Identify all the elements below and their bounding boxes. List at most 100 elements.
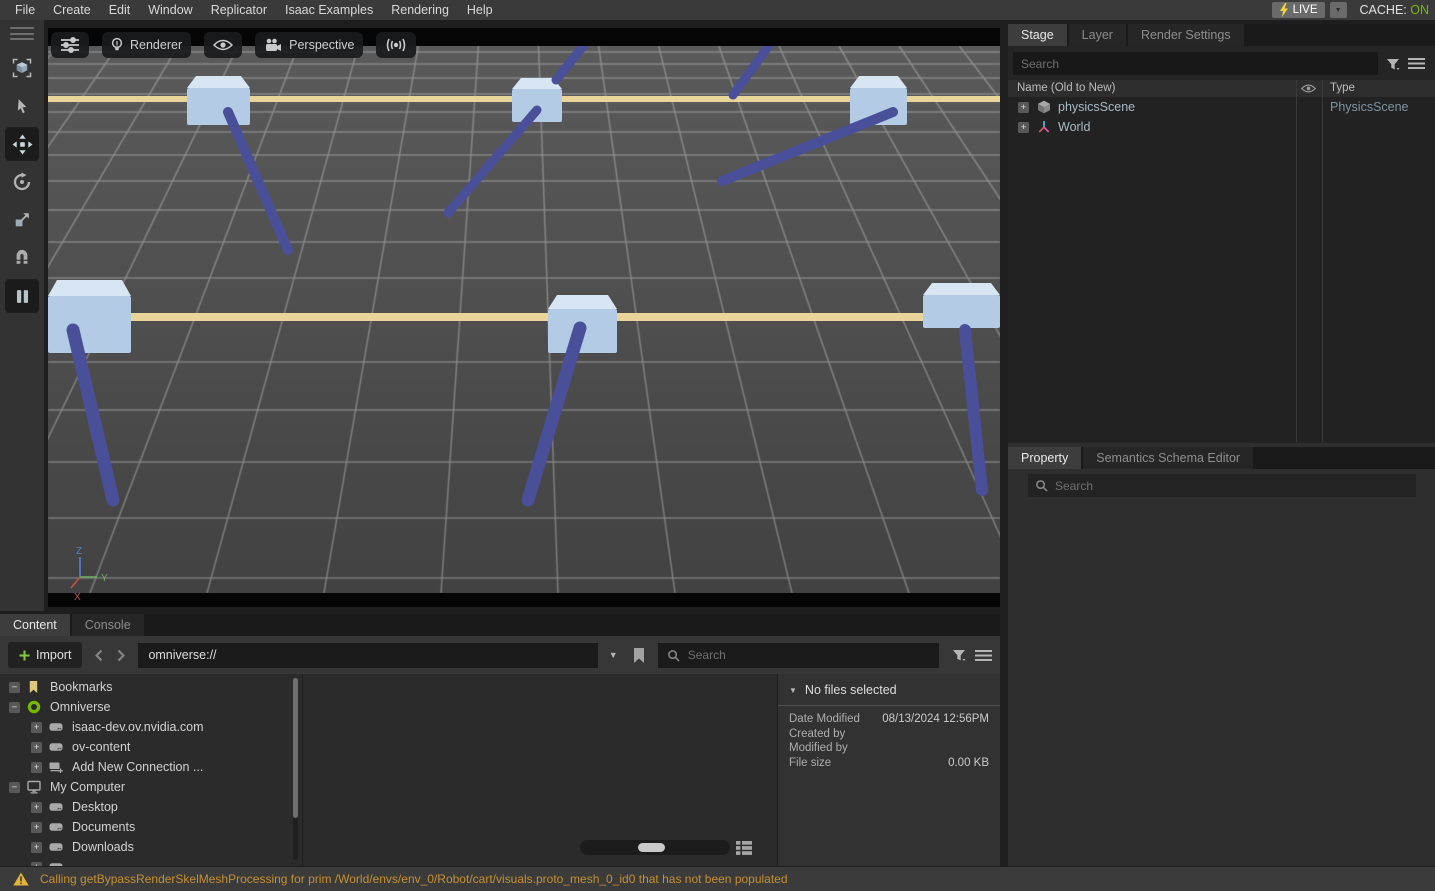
tab-render-settings[interactable]: Render Settings <box>1128 24 1244 46</box>
file-tree-item[interactable]: − Bookmarks <box>0 677 290 697</box>
menu-item[interactable]: Isaac Examples <box>276 0 382 20</box>
menu-bar: FileCreateEditWindowReplicatorIsaac Exam… <box>0 0 1435 20</box>
menu-item[interactable]: Edit <box>100 0 140 20</box>
options-menu-icon[interactable] <box>1408 57 1425 70</box>
file-tree-item[interactable]: + isaac-dev.ov.nvidia.com <box>0 717 290 737</box>
menu-item[interactable]: Help <box>458 0 502 20</box>
svg-text:X: X <box>74 592 81 603</box>
file-tree-item[interactable]: + ov-content <box>0 737 290 757</box>
import-button[interactable]: Import <box>8 642 82 668</box>
scale-icon[interactable] <box>5 203 39 237</box>
file-detail-field: Date Modified 08/13/2024 12:56PM <box>789 712 989 727</box>
tab-layer[interactable]: Layer <box>1069 24 1126 46</box>
toolbar-grip-icon[interactable] <box>10 27 34 40</box>
expand-icon[interactable]: − <box>9 702 20 713</box>
plus-icon <box>19 650 30 661</box>
property-search-input[interactable] <box>1055 479 1409 493</box>
panel-divider[interactable] <box>302 674 303 866</box>
viewport[interactable]: ZYX Renderer Perspective <box>48 28 1000 607</box>
camera-button[interactable]: Perspective <box>255 32 363 58</box>
file-tree-item[interactable]: − My Computer <box>0 777 290 797</box>
live-button[interactable]: LIVE <box>1272 2 1325 18</box>
path-dropdown-icon[interactable]: ▼ <box>609 650 618 660</box>
file-tree-item[interactable]: + <box>0 857 290 866</box>
file-tree-item[interactable]: + Documents <box>0 817 290 837</box>
file-tree-label: Desktop <box>72 800 118 814</box>
cursor-icon[interactable] <box>5 89 39 123</box>
tab-semantics-schema-editor[interactable]: Semantics Schema Editor <box>1083 447 1253 469</box>
menu-item[interactable]: Window <box>139 0 201 20</box>
expand-icon[interactable]: + <box>31 842 42 853</box>
expand-icon[interactable]: + <box>31 822 42 833</box>
snap-icon[interactable] <box>5 241 39 275</box>
column-name[interactable]: Name (Old to New) <box>1017 80 1115 97</box>
content-toolbar: Import ▼ <box>0 636 1000 674</box>
tab-content[interactable]: Content <box>0 614 70 636</box>
path-bar <box>138 643 597 668</box>
back-icon[interactable] <box>95 649 103 662</box>
file-tree-item[interactable]: − Omniverse <box>0 697 290 717</box>
tab-console[interactable]: Console <box>72 614 144 636</box>
renderer-button[interactable]: Renderer <box>102 32 191 58</box>
rotate-icon[interactable] <box>5 165 39 199</box>
pause-icon[interactable] <box>5 279 39 313</box>
menu-item[interactable]: Replicator <box>202 0 276 20</box>
cube-icon <box>1037 100 1052 114</box>
stage-search-input[interactable] <box>1013 52 1378 75</box>
bookmark-toggle-icon[interactable] <box>633 648 645 663</box>
file-tree-label: Omniverse <box>50 700 110 714</box>
property-search <box>1028 474 1416 497</box>
menu-item[interactable]: File <box>6 0 44 20</box>
expand-icon[interactable]: − <box>9 682 20 693</box>
forward-icon[interactable] <box>117 649 125 662</box>
tree-scrollbar[interactable] <box>293 678 298 860</box>
file-tree-label: My Computer <box>50 780 125 794</box>
stage-tree-row[interactable]: + physicsScene PhysicsScene <box>1008 97 1435 117</box>
filter-icon[interactable] <box>952 648 966 662</box>
options-menu-icon[interactable] <box>975 649 992 662</box>
expand-icon[interactable]: + <box>31 722 42 733</box>
status-warning-text: Calling getBypassRenderSkelMeshProcessin… <box>40 872 788 886</box>
column-divider[interactable] <box>1322 80 1323 442</box>
stage-tabs: StageLayerRender Settings <box>1008 24 1435 46</box>
svg-text:Z: Z <box>76 546 82 557</box>
select-mode-icon[interactable] <box>5 51 39 85</box>
details-header[interactable]: ▼ No files selected <box>789 683 989 697</box>
slider-thumb[interactable] <box>638 843 665 852</box>
warning-icon <box>13 872 29 886</box>
path-input[interactable] <box>138 648 597 662</box>
live-dropdown-button[interactable]: ▼ <box>1330 2 1347 18</box>
stage-tree-row[interactable]: + World <box>1008 117 1435 137</box>
tab-property[interactable]: Property <box>1008 447 1081 469</box>
file-tree-label: Add New Connection ... <box>72 760 203 774</box>
file-tree-item[interactable]: + Add New Connection ... <box>0 757 290 777</box>
visibility-button[interactable] <box>204 32 242 58</box>
menu-item[interactable]: Create <box>44 0 100 20</box>
column-divider[interactable] <box>1296 80 1297 442</box>
file-tree-item[interactable]: + Desktop <box>0 797 290 817</box>
thumbnail-size-slider[interactable] <box>580 840 730 855</box>
server-icon <box>49 820 65 834</box>
expand-icon[interactable]: + <box>31 862 42 867</box>
column-type[interactable]: Type <box>1330 80 1355 97</box>
move-icon[interactable] <box>5 127 39 161</box>
sliders-icon <box>60 37 80 53</box>
viewport-canvas[interactable]: ZYX <box>48 28 1000 607</box>
expand-icon[interactable]: + <box>31 762 42 773</box>
content-search-input[interactable] <box>688 648 930 662</box>
expand-icon[interactable]: + <box>31 742 42 753</box>
expand-icon[interactable]: + <box>31 802 42 813</box>
filter-icon[interactable] <box>1386 57 1400 71</box>
broadcast-button[interactable] <box>376 32 416 58</box>
expand-icon[interactable]: + <box>1018 122 1029 133</box>
render-settings-button[interactable] <box>51 32 89 58</box>
expand-icon[interactable]: − <box>9 782 20 793</box>
menu-item[interactable]: Rendering <box>382 0 458 20</box>
grid-view-icon[interactable] <box>736 841 752 855</box>
file-tree-item[interactable]: + Downloads <box>0 837 290 857</box>
visibility-column-icon[interactable] <box>1301 83 1316 94</box>
server-icon <box>49 840 65 854</box>
expand-icon[interactable]: + <box>1018 102 1029 113</box>
menu-items: FileCreateEditWindowReplicatorIsaac Exam… <box>6 0 502 20</box>
tab-stage[interactable]: Stage <box>1008 24 1067 46</box>
